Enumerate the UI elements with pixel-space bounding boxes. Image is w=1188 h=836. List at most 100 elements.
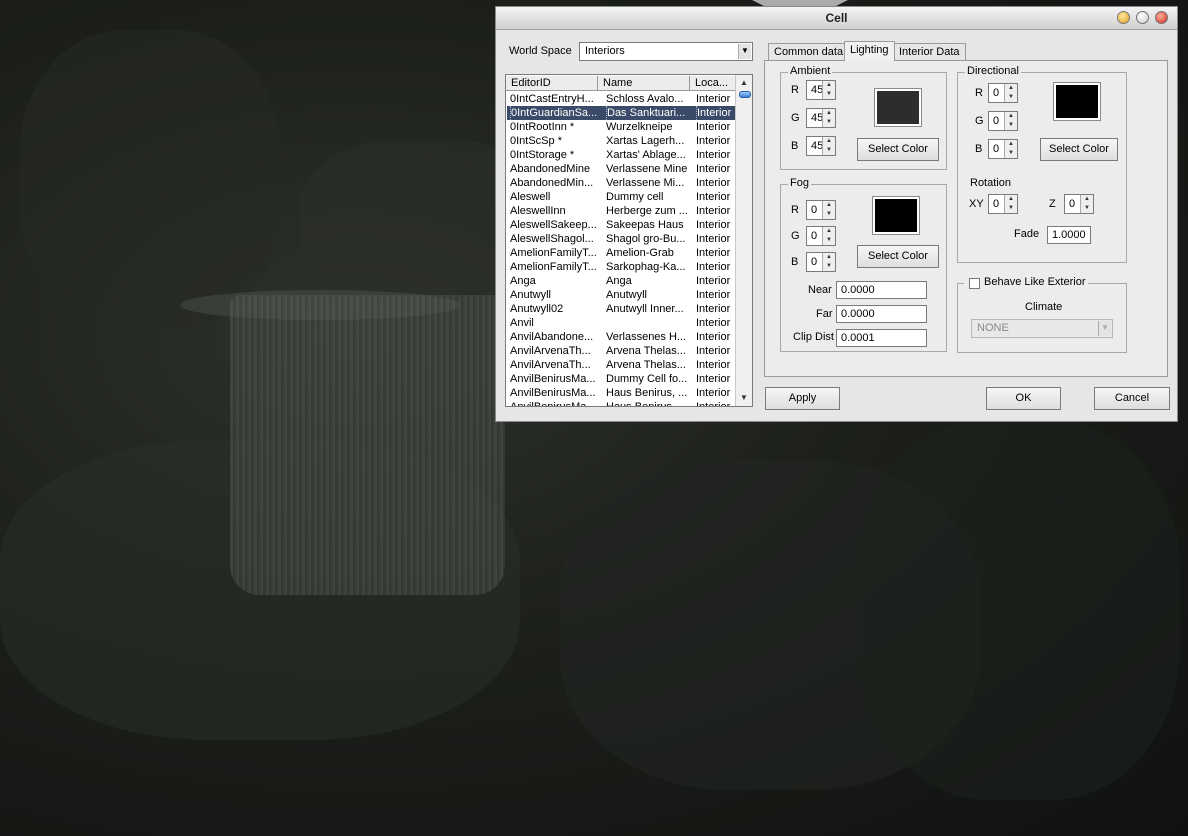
- spin-up-icon[interactable]: ▲: [823, 137, 835, 146]
- spin-down-icon[interactable]: ▼: [823, 146, 835, 155]
- list-item[interactable]: Anutwyll02 Anutwyll Inner... Interior: [507, 302, 736, 316]
- list-item[interactable]: 0IntRootInn * Wurzelkneipe Interior: [507, 120, 736, 134]
- fade-field[interactable]: 1.0000: [1047, 226, 1091, 244]
- close-button[interactable]: [1155, 11, 1168, 24]
- scroll-up-icon[interactable]: ▲: [737, 76, 751, 90]
- spin-down-icon[interactable]: ▼: [823, 210, 835, 219]
- list-item[interactable]: Anvil Interior: [507, 316, 736, 330]
- directional-r-spinner[interactable]: 0 ▲ ▼: [988, 83, 1018, 103]
- fog-r-spinner[interactable]: 0 ▲ ▼: [806, 200, 836, 220]
- list-item[interactable]: AleswellInn Herberge zum ... Interior: [507, 204, 736, 218]
- spin-up-icon[interactable]: ▲: [1081, 195, 1093, 204]
- list-cell-location: Interior: [696, 121, 731, 133]
- list-item[interactable]: AnvilBenirusMa... Haus Benirus, ... Interi…: [507, 400, 736, 406]
- list-item[interactable]: Anga Anga Interior: [507, 274, 736, 288]
- spin-down-icon[interactable]: ▼: [823, 118, 835, 127]
- ok-button[interactable]: OK: [986, 387, 1061, 410]
- column-header-location[interactable]: Loca...: [690, 76, 736, 91]
- list-item[interactable]: Anutwyll Anutwyll Interior: [507, 288, 736, 302]
- spin-down-icon[interactable]: ▼: [823, 236, 835, 245]
- spin-down-icon[interactable]: ▼: [823, 262, 835, 271]
- list-cell-name: Arvena Thelas...: [606, 345, 686, 357]
- list-cell-editorid: 0IntScSp *: [510, 135, 562, 147]
- scroll-thumb[interactable]: [739, 91, 751, 98]
- behave-like-exterior-checkbox[interactable]: [969, 278, 980, 289]
- fog-far-field[interactable]: 0.0000: [836, 305, 927, 323]
- worldspace-value: Interiors: [585, 45, 625, 57]
- list-item[interactable]: AnvilArvenaTh... Arvena Thelas... Interior: [507, 344, 736, 358]
- behave-like-exterior-label[interactable]: Behave Like Exterior: [964, 276, 1088, 288]
- list-item[interactable]: AleswellSakeep... Sakeepas Haus Interior: [507, 218, 736, 232]
- column-header-editorid[interactable]: EditorID: [506, 76, 598, 91]
- ambient-g-spinner[interactable]: 45 ▲ ▼: [806, 108, 836, 128]
- spin-up-icon[interactable]: ▲: [823, 109, 835, 118]
- minimize-button[interactable]: [1117, 11, 1130, 24]
- directional-g-spinner[interactable]: 0 ▲ ▼: [988, 111, 1018, 131]
- ambient-b-spinner[interactable]: 45 ▲ ▼: [806, 136, 836, 156]
- cancel-button[interactable]: Cancel: [1094, 387, 1170, 410]
- ambient-r-spinner[interactable]: 45 ▲ ▼: [806, 80, 836, 100]
- spin-down-icon[interactable]: ▼: [1005, 93, 1017, 102]
- spin-down-icon[interactable]: ▼: [1005, 149, 1017, 158]
- list-item[interactable]: AnvilBenirusMa... Haus Benirus, ... Interi…: [507, 386, 736, 400]
- spin-up-icon[interactable]: ▲: [1005, 84, 1017, 93]
- list-item[interactable]: AnvilAbandone... Verlassenes H... Interior: [507, 330, 736, 344]
- spin-up-icon[interactable]: ▲: [823, 253, 835, 262]
- list-cell-editorid: AnvilBenirusMa...: [510, 373, 596, 385]
- list-item[interactable]: 0IntStorage * Xartas' Ablage... Interior: [507, 148, 736, 162]
- scroll-down-icon[interactable]: ▼: [737, 391, 751, 405]
- spin-down-icon[interactable]: ▼: [1005, 121, 1017, 130]
- spin-up-icon[interactable]: ▲: [1005, 140, 1017, 149]
- rotation-z-spinner[interactable]: 0 ▲ ▼: [1064, 194, 1094, 214]
- ambient-select-color-button[interactable]: Select Color: [857, 138, 939, 161]
- apply-button[interactable]: Apply: [765, 387, 840, 410]
- directional-select-color-button[interactable]: Select Color: [1040, 138, 1118, 161]
- list-item[interactable]: AleswellShagol... Shagol gro-Bu... Interio…: [507, 232, 736, 246]
- tab-interior-data[interactable]: Interior Data: [893, 43, 966, 61]
- chevron-down-icon[interactable]: ▼: [1098, 321, 1111, 336]
- list-scrollbar[interactable]: ▲ ▼: [735, 75, 752, 406]
- list-item[interactable]: AbandonedMin... Verlassene Mi... Interior: [507, 176, 736, 190]
- list-item[interactable]: 0IntCastEntryH... Schloss Avalo... Interio…: [507, 92, 736, 106]
- spin-up-icon[interactable]: ▲: [1005, 195, 1017, 204]
- worldspace-select[interactable]: Interiors ▼: [579, 42, 753, 61]
- list-cell-editorid: Anga: [510, 275, 536, 287]
- fog-g-spinner[interactable]: 0 ▲ ▼: [806, 226, 836, 246]
- fog-near-field[interactable]: 0.0000: [836, 281, 927, 299]
- list-cell-location: Interior: [696, 331, 731, 343]
- spin-up-icon[interactable]: ▲: [823, 201, 835, 210]
- list-item[interactable]: AnvilBenirusMa... Dummy Cell fo... Interio…: [507, 372, 736, 386]
- title-bar[interactable]: Cell: [496, 7, 1177, 30]
- spin-up-icon[interactable]: ▲: [823, 81, 835, 90]
- spin-down-icon[interactable]: ▼: [1005, 204, 1017, 213]
- directional-r-label: R: [975, 87, 983, 99]
- chevron-down-icon[interactable]: ▼: [738, 44, 751, 59]
- list-item[interactable]: AbandonedMine Verlassene Mine Interior: [507, 162, 736, 176]
- maximize-button[interactable]: [1136, 11, 1149, 24]
- list-item[interactable]: AmelionFamilyT... Sarkophag-Ka... Interior: [507, 260, 736, 274]
- spin-up-icon[interactable]: ▲: [1005, 112, 1017, 121]
- spin-down-icon[interactable]: ▼: [1081, 204, 1093, 213]
- fog-clip-field[interactable]: 0.0001: [836, 329, 927, 347]
- fog-b-spinner[interactable]: 0 ▲ ▼: [806, 252, 836, 272]
- list-item[interactable]: AmelionFamilyT... Amelion-Grab Interior: [507, 246, 736, 260]
- column-header-name[interactable]: Name: [598, 76, 690, 91]
- list-item[interactable]: AnvilArvenaTh... Arvena Thelas... Interior: [507, 358, 736, 372]
- spin-down-icon[interactable]: ▼: [823, 90, 835, 99]
- list-cell-name: Haus Benirus, ...: [606, 387, 688, 399]
- climate-select[interactable]: NONE ▼: [971, 319, 1113, 338]
- tab-common-data[interactable]: Common data: [768, 43, 850, 61]
- directional-b-spinner[interactable]: 0 ▲ ▼: [988, 139, 1018, 159]
- cell-list[interactable]: EditorID Name Loca... 0IntCastEntryH... S…: [505, 74, 753, 407]
- list-item[interactable]: Aleswell Dummy cell Interior: [507, 190, 736, 204]
- fog-select-color-button[interactable]: Select Color: [857, 245, 939, 268]
- list-cell-name: Schloss Avalo...: [606, 93, 684, 105]
- fog-r-label: R: [791, 204, 799, 216]
- list-item[interactable]: 0IntScSp * Xartas Lagerh... Interior: [507, 134, 736, 148]
- spin-up-icon[interactable]: ▲: [823, 227, 835, 236]
- tab-lighting[interactable]: Lighting: [844, 41, 895, 61]
- list-cell-name: Shagol gro-Bu...: [606, 233, 686, 245]
- list-item[interactable]: 0IntGuardianSa... Das Sanktuari... Interio…: [507, 106, 736, 120]
- rotation-xy-spinner[interactable]: 0 ▲ ▼: [988, 194, 1018, 214]
- list-cell-location: Interior: [696, 303, 731, 315]
